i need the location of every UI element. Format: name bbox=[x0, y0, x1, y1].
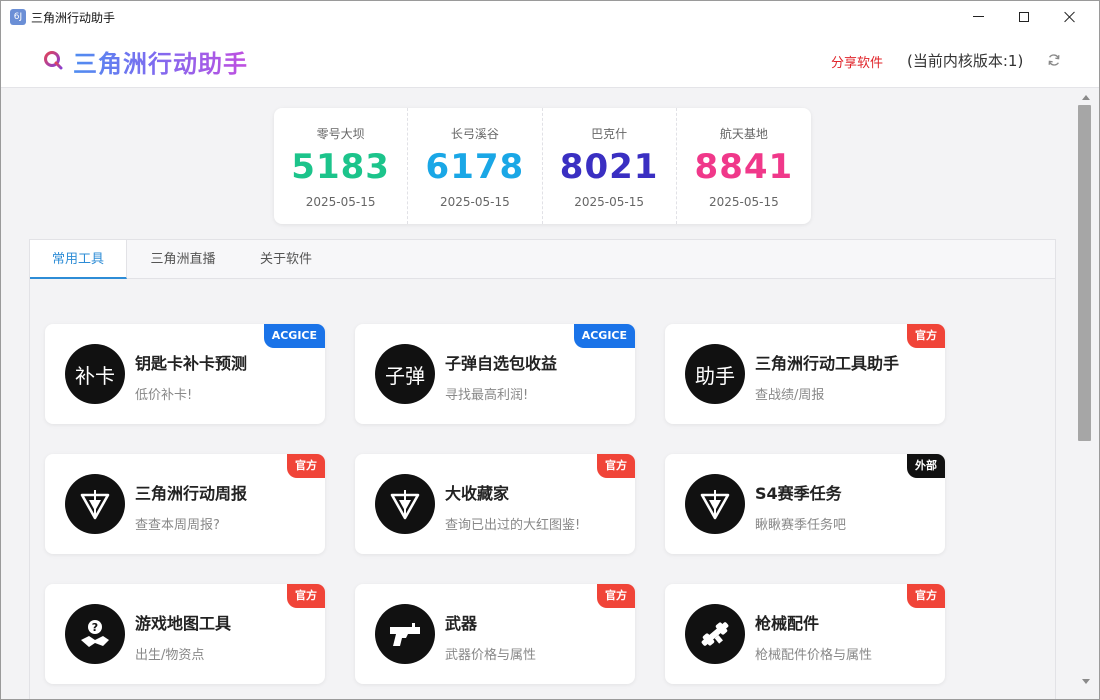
tool-text-icon: 助手 bbox=[685, 344, 745, 404]
tool-title: 子弹自选包收益 bbox=[445, 354, 558, 373]
map-password-code: 8841 bbox=[694, 147, 794, 187]
tab-item[interactable]: 三角洲直播 bbox=[128, 240, 238, 279]
map-name: 巴克什 bbox=[591, 127, 628, 141]
tool-description: 查战绩/周报 bbox=[755, 388, 825, 403]
tool-description: 低价补卡! bbox=[135, 388, 193, 403]
delta-emblem-icon bbox=[685, 474, 745, 534]
app-header: 三角洲行动助手 分享软件 (当前内核版本:1) bbox=[1, 32, 1099, 88]
map-password-item: 航天基地 8841 2025-05-15 bbox=[677, 108, 811, 224]
tool-title: 枪械配件 bbox=[755, 614, 820, 633]
source-badge: 官方 bbox=[287, 454, 325, 478]
tool-title: 武器 bbox=[445, 614, 478, 633]
delta-emblem-icon bbox=[375, 474, 435, 534]
app-window: 6J 三角洲行动助手 三角洲行动助手 分享软件 (当前内核版本:1) 零号大坝 … bbox=[0, 0, 1100, 700]
password-date: 2025-05-15 bbox=[305, 195, 376, 209]
window-title: 三角洲行动助手 bbox=[31, 11, 116, 25]
map-password-code: 8021 bbox=[559, 147, 659, 187]
minimize-icon bbox=[972, 16, 984, 17]
map-password-item: 长弓溪谷 6178 2025-05-15 bbox=[408, 108, 543, 224]
tool-description: 武器价格与属性 bbox=[445, 648, 537, 663]
source-badge: ACGICE bbox=[263, 324, 325, 348]
svg-text:?: ? bbox=[92, 621, 98, 634]
password-date: 2025-05-15 bbox=[709, 195, 779, 209]
tool-card[interactable]: 三角洲行动周报查查本周周报? 官方 bbox=[45, 454, 325, 554]
tool-card[interactable]: 助手 三角洲行动工具助手查战绩/周报 官方 bbox=[665, 324, 945, 424]
map-icon: ? bbox=[65, 604, 125, 664]
tool-card[interactable]: 子弹 子弹自选包收益寻找最高利润! ACGICE bbox=[355, 324, 635, 424]
vertical-scrollbar[interactable] bbox=[1077, 89, 1099, 695]
delta-emblem-icon bbox=[65, 474, 125, 534]
tool-card[interactable]: S4赛季任务瞅瞅赛季任务吧 外部 bbox=[665, 454, 945, 554]
password-date: 2025-05-15 bbox=[574, 195, 644, 209]
main-content: 零号大坝 5183 2025-05-15 长弓溪谷 6178 2025-05-15 巴克什 8… bbox=[1, 89, 1077, 699]
map-name: 长弓溪谷 bbox=[450, 127, 499, 141]
maximize-button[interactable] bbox=[1001, 1, 1047, 32]
close-button[interactable] bbox=[1047, 1, 1093, 32]
tool-description: 查询已出过的大红图鉴! bbox=[445, 518, 581, 533]
maximize-icon bbox=[1019, 11, 1029, 22]
map-password-item: 巴克什 8021 2025-05-15 bbox=[543, 108, 677, 224]
source-badge: 官方 bbox=[597, 454, 635, 478]
scope-icon bbox=[685, 604, 745, 664]
tool-description: 出生/物资点 bbox=[135, 648, 205, 663]
source-badge: 官方 bbox=[287, 584, 325, 608]
tool-title: 大收藏家 bbox=[445, 484, 510, 503]
tool-description: 寻找最高利润! bbox=[445, 388, 529, 403]
tool-card[interactable]: ? 游戏地图工具出生/物资点 官方 bbox=[45, 584, 325, 684]
source-badge: 官方 bbox=[907, 324, 945, 348]
source-badge: 外部 bbox=[907, 454, 945, 478]
tool-card[interactable]: 大收藏家查询已出过的大红图鉴! 官方 bbox=[355, 454, 635, 554]
source-badge: 官方 bbox=[597, 584, 635, 608]
minimize-button[interactable] bbox=[955, 1, 1001, 32]
map-name: 零号大坝 bbox=[316, 127, 365, 141]
tool-description: 枪械配件价格与属性 bbox=[755, 648, 873, 663]
tool-text-icon: 子弹 bbox=[375, 344, 435, 404]
pistol-icon bbox=[375, 604, 435, 664]
scrollbar-thumb[interactable] bbox=[1078, 105, 1091, 441]
daily-password-card: 零号大坝 5183 2025-05-15 长弓溪谷 6178 2025-05-15 巴克什 8… bbox=[274, 108, 811, 224]
source-badge: 官方 bbox=[907, 584, 945, 608]
tool-title: S4赛季任务 bbox=[755, 484, 842, 503]
tool-text-icon: 补卡 bbox=[65, 344, 125, 404]
kernel-version-text: (当前内核版本:1) bbox=[907, 52, 1024, 70]
tool-card[interactable]: 武器武器价格与属性 官方 bbox=[355, 584, 635, 684]
scroll-up-arrow-icon[interactable] bbox=[1082, 95, 1090, 100]
tab-item[interactable]: 常用工具 bbox=[30, 240, 127, 279]
tool-title: 三角洲行动工具助手 bbox=[755, 354, 900, 373]
map-name: 航天基地 bbox=[719, 127, 768, 141]
tool-card[interactable]: 枪械配件枪械配件价格与属性 官方 bbox=[665, 584, 945, 684]
scroll-down-arrow-icon[interactable] bbox=[1082, 679, 1090, 684]
share-software-link[interactable]: 分享软件 bbox=[831, 52, 883, 71]
map-password-item: 零号大坝 5183 2025-05-15 bbox=[274, 108, 409, 224]
tool-title: 游戏地图工具 bbox=[135, 614, 232, 633]
password-date: 2025-05-15 bbox=[440, 195, 510, 209]
source-badge: ACGICE bbox=[573, 324, 635, 348]
brand-logo-icon bbox=[44, 51, 63, 70]
tool-description: 瞅瞅赛季任务吧 bbox=[755, 518, 847, 533]
tool-description: 查查本周周报? bbox=[135, 518, 220, 533]
app-icon: 6J bbox=[10, 9, 26, 25]
map-password-code: 6178 bbox=[425, 147, 525, 187]
tool-title: 三角洲行动周报 bbox=[135, 484, 248, 503]
close-icon bbox=[1064, 11, 1076, 23]
title-bar[interactable]: 6J 三角洲行动助手 bbox=[1, 1, 1099, 32]
tab-item[interactable]: 关于软件 bbox=[240, 240, 332, 279]
tool-card[interactable]: 补卡 钥匙卡补卡预测低价补卡! ACGICE bbox=[45, 324, 325, 424]
map-password-code: 5183 bbox=[291, 147, 390, 187]
tool-title: 钥匙卡补卡预测 bbox=[135, 354, 248, 373]
tab-bar: 常用工具 三角洲直播 关于软件 bbox=[30, 240, 1055, 279]
brand-title: 三角洲行动助手 bbox=[73, 44, 248, 79]
refresh-icon[interactable] bbox=[1047, 53, 1061, 67]
